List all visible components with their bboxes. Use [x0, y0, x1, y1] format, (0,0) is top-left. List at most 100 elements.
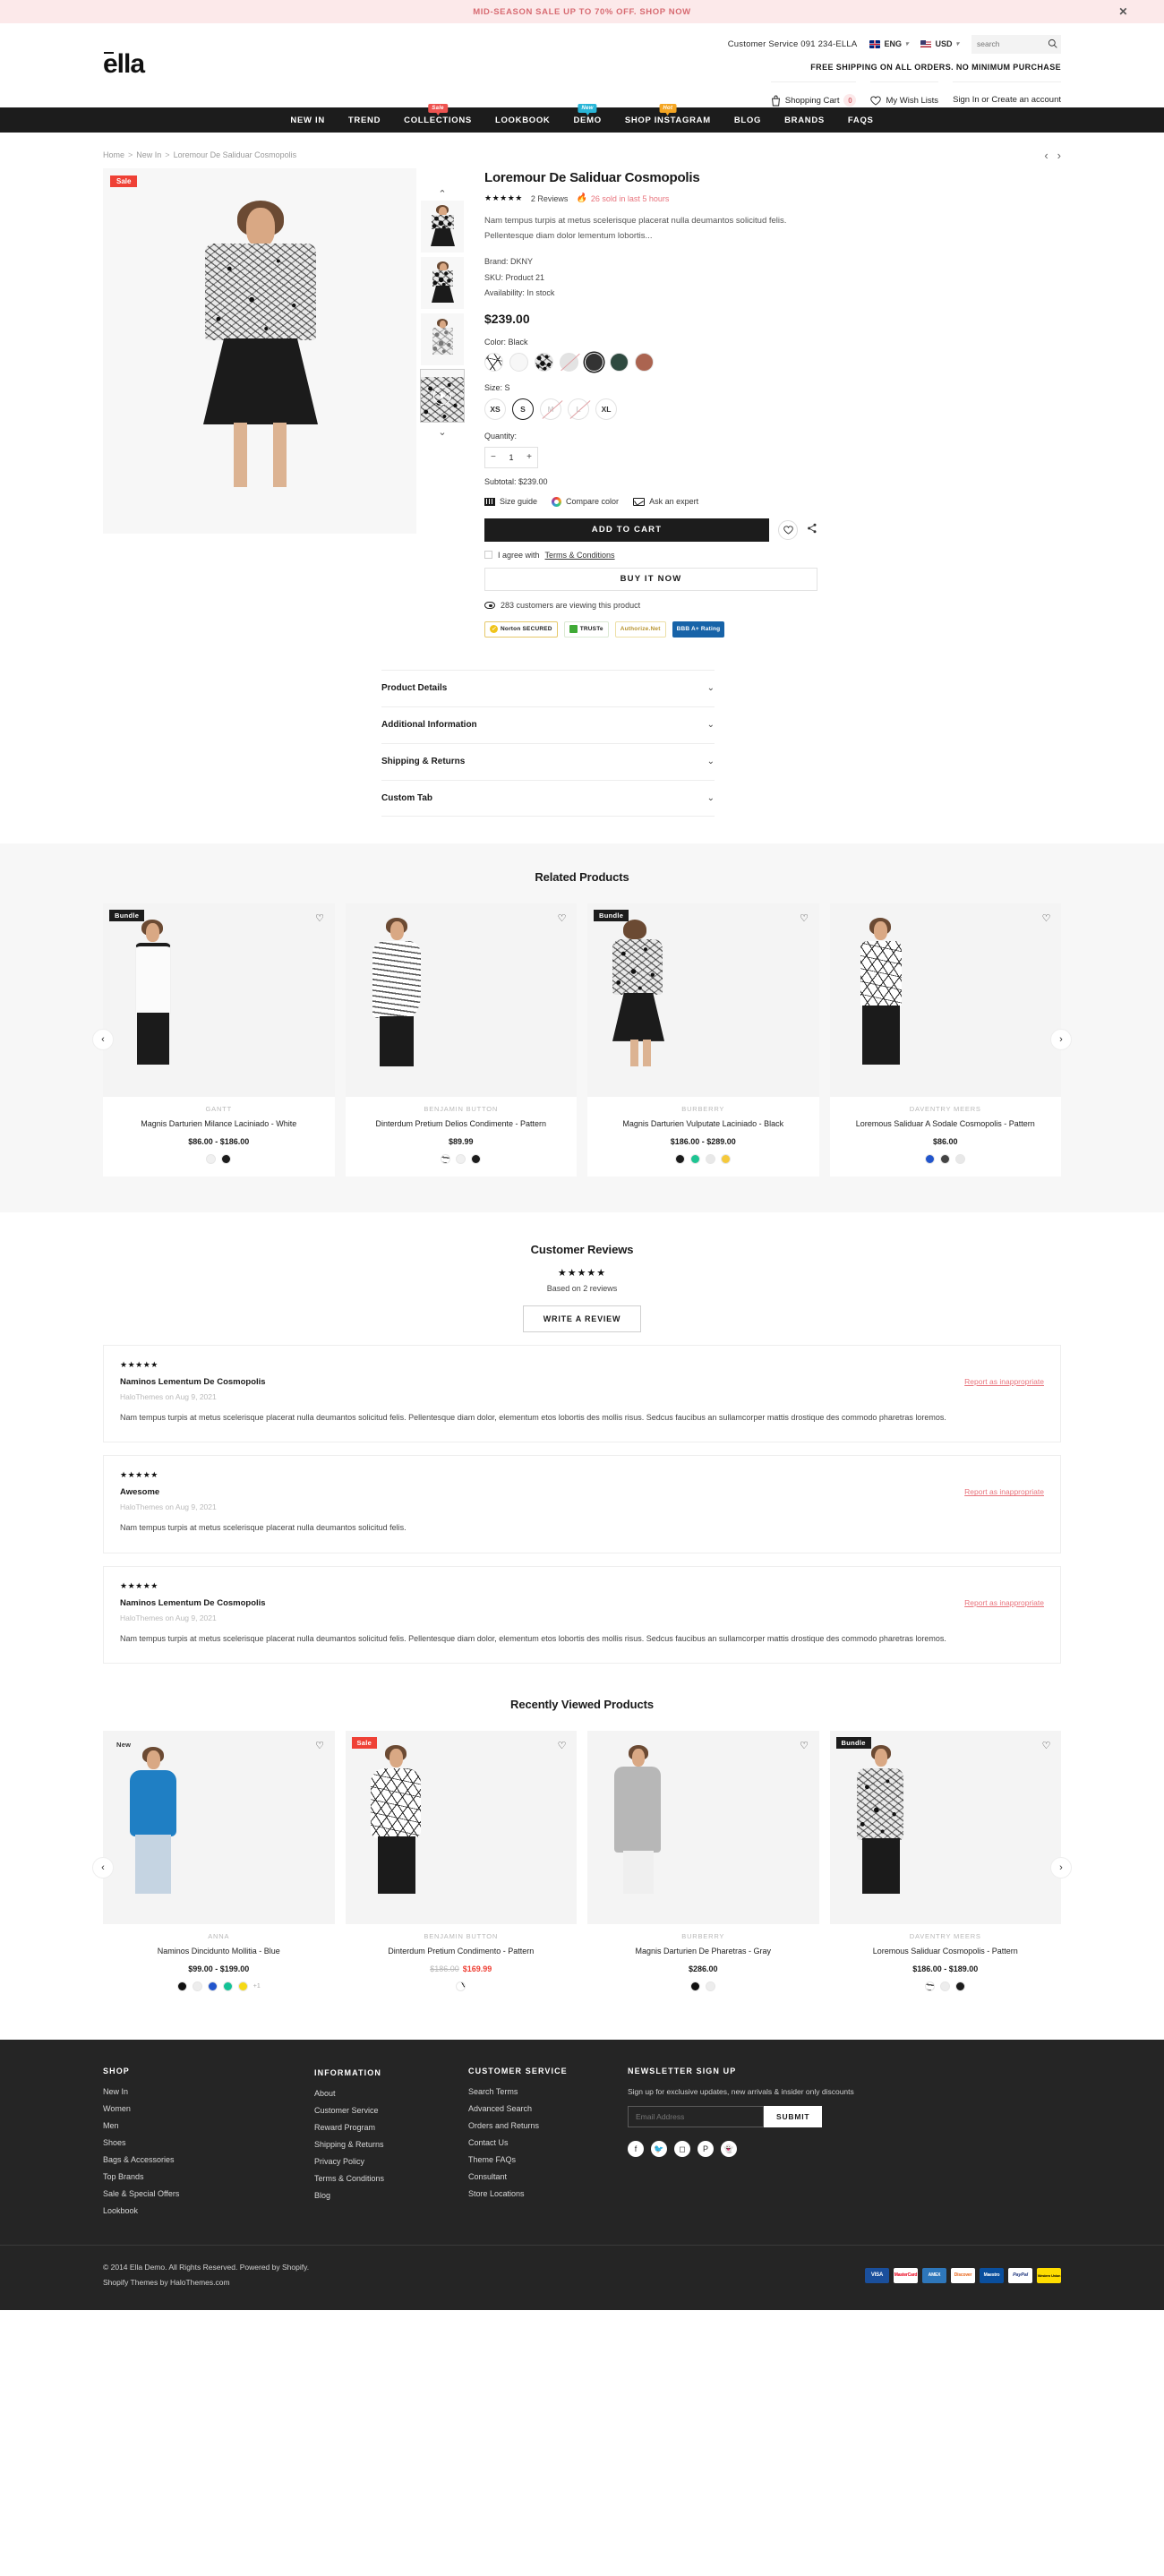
product-card-image[interactable]: New ♡: [103, 1731, 335, 1925]
product-card[interactable]: Sale ♡ BENJAMIN BUTTON Dinterdum Pretium…: [345, 1731, 577, 2005]
swatch[interactable]: [222, 1981, 233, 1992]
wishlist-icon[interactable]: ♡: [797, 911, 812, 926]
swatch[interactable]: [706, 1153, 716, 1164]
add-to-cart-button[interactable]: ADD TO CART: [484, 518, 769, 542]
product-name[interactable]: Magnis Darturien Vulputate Laciniado - B…: [593, 1118, 814, 1131]
wishlist-icon[interactable]: ♡: [1039, 911, 1054, 926]
footer-link-customer-service[interactable]: Customer Service: [314, 2106, 468, 2115]
nav-item-brands[interactable]: BRANDS: [784, 116, 825, 125]
product-name[interactable]: Dinterdum Pretium Delios Condimente - Pa…: [351, 1118, 572, 1131]
report-review-link[interactable]: Report as inappropriate: [964, 1598, 1044, 1607]
footer-link-theme-faqs[interactable]: Theme FAQs: [468, 2155, 628, 2164]
quantity-decrease-button[interactable]: −: [491, 452, 496, 462]
swatch[interactable]: [471, 1153, 482, 1164]
product-name[interactable]: Magnis Darturien Milance Laciniado - Whi…: [108, 1118, 330, 1131]
swatch[interactable]: [192, 1981, 202, 1992]
product-name[interactable]: Naminos Dincidunto Mollitia - Blue: [108, 1946, 330, 1958]
size-option-xl[interactable]: XL: [595, 398, 617, 420]
terms-checkbox[interactable]: [484, 551, 492, 560]
product-card[interactable]: ♡ DAVENTRY MEERS Loremous Saliduar A Sod…: [829, 903, 1061, 1177]
wishlist-icon[interactable]: ♡: [1039, 1738, 1054, 1753]
play-icon[interactable]: [433, 387, 451, 405]
footer-link-blog[interactable]: Blog: [314, 2191, 468, 2200]
product-card-image[interactable]: ♡: [829, 903, 1061, 1097]
product-card-image[interactable]: Bundle ♡: [103, 903, 335, 1097]
ask-expert-button[interactable]: Ask an expert: [633, 497, 698, 506]
swatch[interactable]: [690, 1981, 701, 1992]
swatch[interactable]: [940, 1981, 951, 1992]
footer-link-contact-us[interactable]: Contact Us: [468, 2138, 628, 2147]
footer-link-advanced-search[interactable]: Advanced Search: [468, 2104, 628, 2113]
product-name[interactable]: Magnis Darturien De Pharetras - Gray: [593, 1946, 814, 1958]
swatch[interactable]: [441, 1153, 451, 1164]
report-review-link[interactable]: Report as inappropriate: [964, 1487, 1044, 1496]
color-swatch-white[interactable]: [509, 352, 528, 372]
search-icon[interactable]: [1048, 39, 1057, 48]
share-icon[interactable]: [807, 523, 817, 536]
swatch[interactable]: [176, 1981, 187, 1992]
more-swatches-label[interactable]: +1: [253, 1983, 261, 1990]
currency-selector[interactable]: USD ▾: [920, 39, 959, 48]
swatch[interactable]: [955, 1981, 966, 1992]
footer-link-men[interactable]: Men: [103, 2121, 264, 2130]
color-swatch-brick[interactable]: [635, 352, 654, 372]
product-name[interactable]: Loremous Saliduar A Sodale Cosmopolis - …: [835, 1118, 1057, 1131]
gallery-thumbnail[interactable]: [421, 201, 464, 252]
swatch[interactable]: [221, 1153, 232, 1164]
reviews-count[interactable]: 2 Reviews: [531, 194, 569, 203]
nav-item-shop-instagram[interactable]: Hot SHOP INSTAGRAM: [625, 103, 711, 125]
footer-link-search-terms[interactable]: Search Terms: [468, 2087, 628, 2096]
gallery-thumbnail[interactable]: [421, 313, 464, 365]
wishlist-icon[interactable]: ♡: [797, 1738, 812, 1753]
product-card[interactable]: ♡ BURBERRY Magnis Darturien De Pharetras…: [587, 1731, 819, 2005]
swatch[interactable]: [955, 1153, 966, 1164]
footer-link-sale-special-offers[interactable]: Sale & Special Offers: [103, 2189, 264, 2198]
carousel-prev-icon[interactable]: ‹: [92, 1856, 114, 1879]
write-review-button[interactable]: WRITE A REVIEW: [522, 1305, 642, 1332]
add-to-wishlist-button[interactable]: [778, 519, 798, 540]
footer-link-orders-returns[interactable]: Orders and Returns: [468, 2121, 628, 2130]
carousel-next-icon[interactable]: ›: [1050, 1029, 1072, 1051]
quantity-stepper[interactable]: − 1 +: [484, 446, 538, 468]
wishlist-icon[interactable]: ♡: [312, 911, 328, 926]
footer-link-women[interactable]: Women: [103, 2104, 264, 2113]
next-product-icon[interactable]: ›: [1057, 149, 1061, 162]
nav-item-lookbook[interactable]: LOOKBOOK: [495, 116, 551, 125]
site-logo[interactable]: ella: [103, 49, 145, 80]
accordion-additional-information[interactable]: Additional Information ⌄: [381, 706, 715, 743]
search-box[interactable]: [971, 34, 1061, 54]
compare-color-button[interactable]: Compare color: [552, 496, 619, 507]
nav-item-faqs[interactable]: FAQS: [848, 116, 874, 125]
footer-link-bags-accessories[interactable]: Bags & Accessories: [103, 2155, 264, 2164]
swatch[interactable]: [206, 1153, 217, 1164]
footer-link-privacy-policy[interactable]: Privacy Policy: [314, 2157, 468, 2166]
color-swatch-dark-green[interactable]: [610, 352, 629, 372]
product-card[interactable]: Bundle ♡ GANTT Magnis Darturien Milance …: [103, 903, 335, 1177]
newsletter-email-input[interactable]: [628, 2106, 764, 2128]
product-card[interactable]: Bundle ♡ BURBERRY Magnis Darturien Vulpu…: [587, 903, 819, 1177]
size-option-l[interactable]: L: [568, 398, 589, 420]
swatch[interactable]: [706, 1981, 716, 1992]
nav-item-trend[interactable]: TREND: [348, 116, 381, 125]
prev-product-icon[interactable]: ‹: [1044, 149, 1048, 162]
product-card-image[interactable]: ♡: [345, 903, 577, 1097]
facebook-icon[interactable]: f: [628, 2141, 644, 2158]
color-swatch-light-gray[interactable]: [560, 352, 578, 372]
product-card[interactable]: ♡ BENJAMIN BUTTON Dinterdum Pretium Deli…: [345, 903, 577, 1177]
wishlist-icon[interactable]: ♡: [554, 911, 569, 926]
swatch[interactable]: [925, 1153, 936, 1164]
carousel-prev-icon[interactable]: ‹: [92, 1029, 114, 1051]
product-card-image[interactable]: Bundle ♡: [587, 903, 819, 1097]
breadcrumb-new-in[interactable]: New In: [136, 150, 161, 159]
footer-link-reward-program[interactable]: Reward Program: [314, 2123, 468, 2132]
size-option-xs[interactable]: XS: [484, 398, 506, 420]
thumbs-up-icon[interactable]: ⌃: [421, 188, 464, 201]
swatch[interactable]: [456, 1981, 466, 1992]
report-review-link[interactable]: Report as inappropriate: [964, 1377, 1044, 1386]
footer-link-shoes[interactable]: Shoes: [103, 2138, 264, 2147]
footer-link-store-locations[interactable]: Store Locations: [468, 2189, 628, 2198]
swatch[interactable]: [675, 1153, 686, 1164]
product-name[interactable]: Dinterdum Pretium Condimento - Pattern: [351, 1946, 572, 1958]
product-card[interactable]: New ♡ ANNA Naminos Dincidunto Mollitia -…: [103, 1731, 335, 2005]
color-swatch-black[interactable]: [585, 352, 603, 372]
